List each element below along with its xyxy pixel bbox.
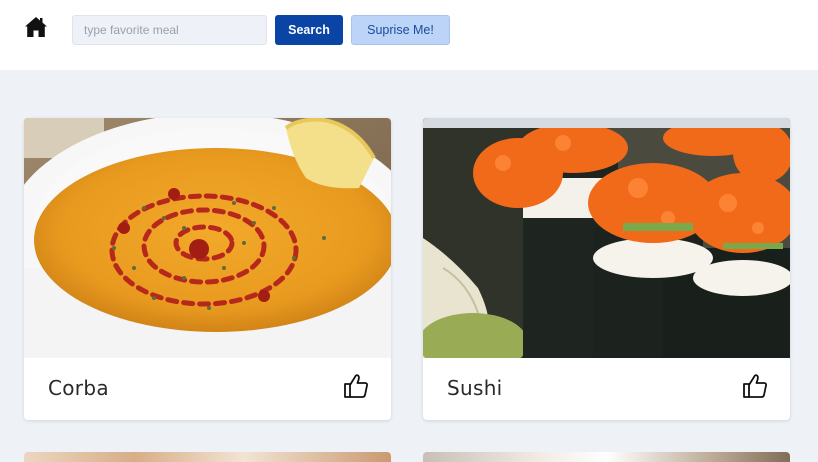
home-icon[interactable] — [24, 16, 48, 38]
meal-name: Corba — [48, 376, 109, 400]
top-bar: Search Suprise Me! — [0, 0, 818, 70]
meal-card[interactable]: Sushi — [423, 118, 790, 420]
meal-name: Sushi — [447, 376, 503, 400]
meal-card[interactable] — [24, 452, 391, 462]
search-button[interactable]: Search — [275, 15, 343, 45]
meal-image — [24, 118, 391, 358]
meal-card[interactable]: Corba — [24, 118, 391, 420]
meal-image — [423, 118, 790, 358]
thumbs-up-icon[interactable] — [742, 373, 768, 399]
surprise-me-button[interactable]: Suprise Me! — [351, 15, 450, 45]
thumbs-up-icon[interactable] — [343, 373, 369, 399]
meal-card[interactable] — [423, 452, 790, 462]
search-input[interactable] — [72, 15, 267, 45]
